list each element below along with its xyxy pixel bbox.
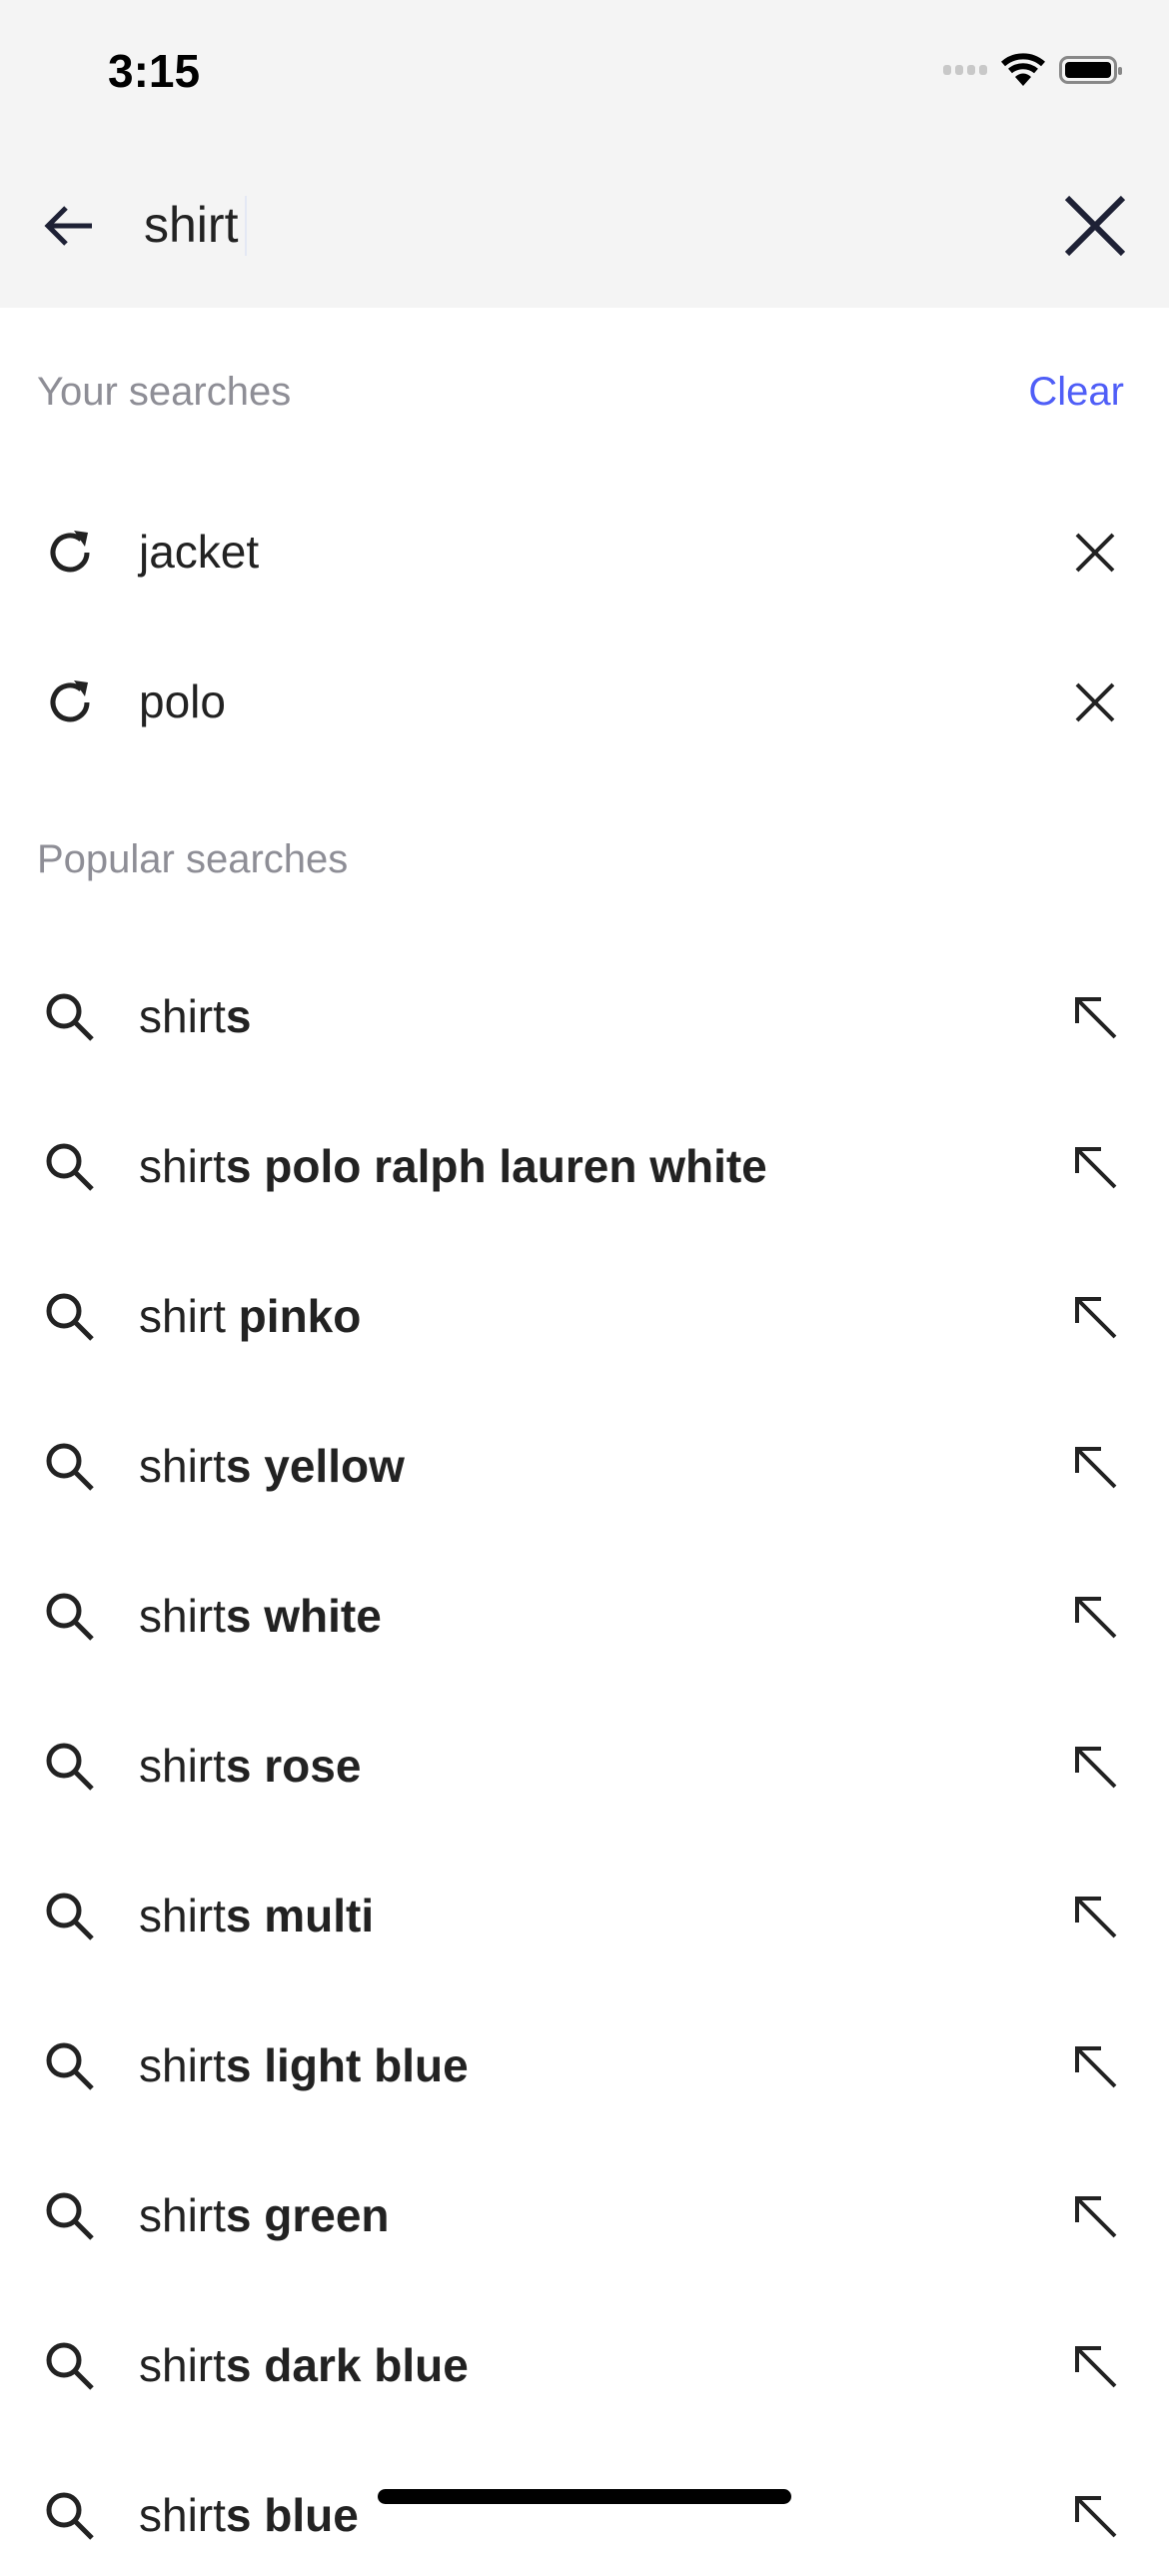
arrow-up-left-icon[interactable] xyxy=(1065,2336,1125,2396)
popular-search-item[interactable]: shirts multi xyxy=(0,1857,1169,1976)
popular-search-label: shirts light blue xyxy=(139,2039,469,2091)
search-icon xyxy=(46,1593,94,1641)
search-icon xyxy=(46,1893,94,1940)
search-icon xyxy=(46,2492,94,2540)
recent-search-label: polo xyxy=(139,675,226,727)
remove-icon[interactable] xyxy=(1065,523,1125,583)
home-indicator xyxy=(378,2489,791,2504)
your-searches-title: Your searches xyxy=(37,370,292,414)
wifi-icon xyxy=(1001,53,1045,86)
search-icon xyxy=(46,1293,94,1341)
header: 3:15 xyxy=(0,0,1169,308)
arrow-up-left-icon[interactable] xyxy=(1065,2486,1125,2546)
clear-history-button[interactable]: Clear xyxy=(1028,370,1124,415)
arrow-up-left-icon[interactable] xyxy=(1065,1587,1125,1647)
popular-search-item[interactable]: shirts xyxy=(0,957,1169,1077)
search-icon xyxy=(46,2192,94,2240)
arrow-up-left-icon[interactable] xyxy=(1065,987,1125,1047)
popular-search-item[interactable]: shirts light blue xyxy=(0,2006,1169,2126)
arrow-up-left-icon[interactable] xyxy=(1065,1887,1125,1946)
popular-search-item[interactable]: shirts blue xyxy=(0,2456,1169,2576)
popular-search-item[interactable]: shirts dark blue xyxy=(0,2306,1169,2426)
popular-search-label: shirts rose xyxy=(139,1740,362,1792)
popular-search-item[interactable]: shirts rose xyxy=(0,1707,1169,1827)
status-time: 3:15 xyxy=(108,45,201,97)
popular-search-item[interactable]: shirts green xyxy=(0,2156,1169,2276)
arrow-up-left-icon[interactable] xyxy=(1065,1737,1125,1797)
popular-search-item[interactable]: shirts yellow xyxy=(0,1407,1169,1527)
popular-search-label: shirts blue xyxy=(139,2489,359,2541)
search-icon xyxy=(46,1143,94,1191)
popular-searches-title: Popular searches xyxy=(37,837,349,881)
history-icon xyxy=(50,680,90,722)
popular-search-item[interactable]: shirts polo ralph lauren white xyxy=(0,1107,1169,1227)
remove-icon[interactable] xyxy=(1065,672,1125,732)
popular-search-item[interactable]: shirt pinko xyxy=(0,1257,1169,1377)
popular-search-label: shirts xyxy=(139,990,252,1042)
search-icon xyxy=(46,1743,94,1791)
recent-search-label: jacket xyxy=(139,526,260,578)
arrow-up-left-icon[interactable] xyxy=(1065,1437,1125,1497)
popular-search-label: shirt pinko xyxy=(139,1290,362,1342)
popular-search-label: shirts white xyxy=(139,1590,382,1642)
search-input[interactable] xyxy=(144,190,943,260)
recent-search-item[interactable]: polo xyxy=(0,643,1169,762)
search-icon xyxy=(46,993,94,1041)
popular-search-label: shirts polo ralph lauren white xyxy=(139,1140,767,1192)
search-icon xyxy=(46,1443,94,1491)
close-icon[interactable] xyxy=(1059,190,1131,262)
search-icon xyxy=(46,2342,94,2390)
history-icon xyxy=(50,531,90,573)
status-icons xyxy=(943,52,1122,88)
search-icon xyxy=(46,2042,94,2090)
popular-search-label: shirts multi xyxy=(139,1890,375,1941)
popular-search-label: shirts dark blue xyxy=(139,2339,469,2391)
arrow-up-left-icon[interactable] xyxy=(1065,1137,1125,1197)
text-caret xyxy=(245,196,247,256)
popular-search-item[interactable]: shirts white xyxy=(0,1557,1169,1677)
arrow-up-left-icon[interactable] xyxy=(1065,2036,1125,2096)
arrow-up-left-icon[interactable] xyxy=(1065,1287,1125,1347)
popular-search-label: shirts yellow xyxy=(139,1440,405,1492)
signal-icon xyxy=(943,65,987,75)
battery-icon xyxy=(1059,56,1122,84)
arrow-left-icon[interactable] xyxy=(40,196,100,256)
arrow-up-left-icon[interactable] xyxy=(1065,2186,1125,2246)
recent-search-item[interactable]: jacket xyxy=(0,493,1169,613)
popular-search-label: shirts green xyxy=(139,2189,390,2241)
